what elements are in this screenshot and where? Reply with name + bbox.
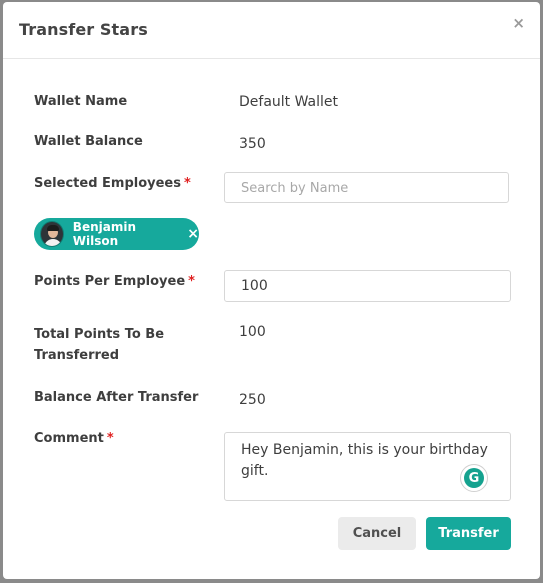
required-asterisk: *: [106, 431, 114, 446]
close-icon[interactable]: ×: [187, 227, 199, 241]
total-points-value: 100: [239, 324, 266, 340]
comment-label: Comment *: [34, 428, 114, 449]
wallet-name-label: Wallet Name: [34, 94, 128, 109]
selected-employees-label: Selected Employees *: [34, 173, 191, 194]
wallet-name-value: Default Wallet: [239, 94, 339, 110]
points-per-employee-label: Points Per Employee *: [34, 271, 195, 292]
wallet-balance-value: 350: [239, 136, 266, 152]
cancel-button[interactable]: Cancel: [338, 517, 416, 550]
balance-after-transfer-label: Balance After Transfer: [34, 390, 199, 405]
avatar: [40, 221, 64, 247]
required-asterisk: *: [184, 176, 191, 191]
transfer-button[interactable]: Transfer: [426, 517, 511, 550]
selected-employees-label-text: Selected Employees: [34, 176, 181, 191]
modal-title: Transfer Stars: [19, 20, 148, 39]
wallet-balance-label: Wallet Balance: [34, 134, 143, 149]
total-points-label: Total Points To Be Transferred: [34, 327, 165, 363]
employee-search-input[interactable]: [224, 172, 509, 203]
close-icon[interactable]: ×: [512, 16, 525, 31]
points-per-employee-label-text: Points Per Employee: [34, 274, 186, 289]
modal-header: Transfer Stars ×: [3, 2, 540, 59]
selected-employee-chip: Benjamin Wilson ×: [34, 218, 199, 250]
comment-label-text: Comment: [34, 431, 104, 446]
balance-after-transfer-value: 250: [239, 392, 266, 408]
selected-employee-name: Benjamin Wilson: [72, 220, 136, 248]
required-asterisk: *: [188, 274, 195, 289]
points-per-employee-input[interactable]: [224, 270, 511, 302]
transfer-stars-modal: Transfer Stars × Wallet Name Default Wal…: [3, 2, 540, 579]
grammarly-icon[interactable]: G: [460, 464, 488, 492]
grammarly-glyph: G: [464, 468, 484, 488]
